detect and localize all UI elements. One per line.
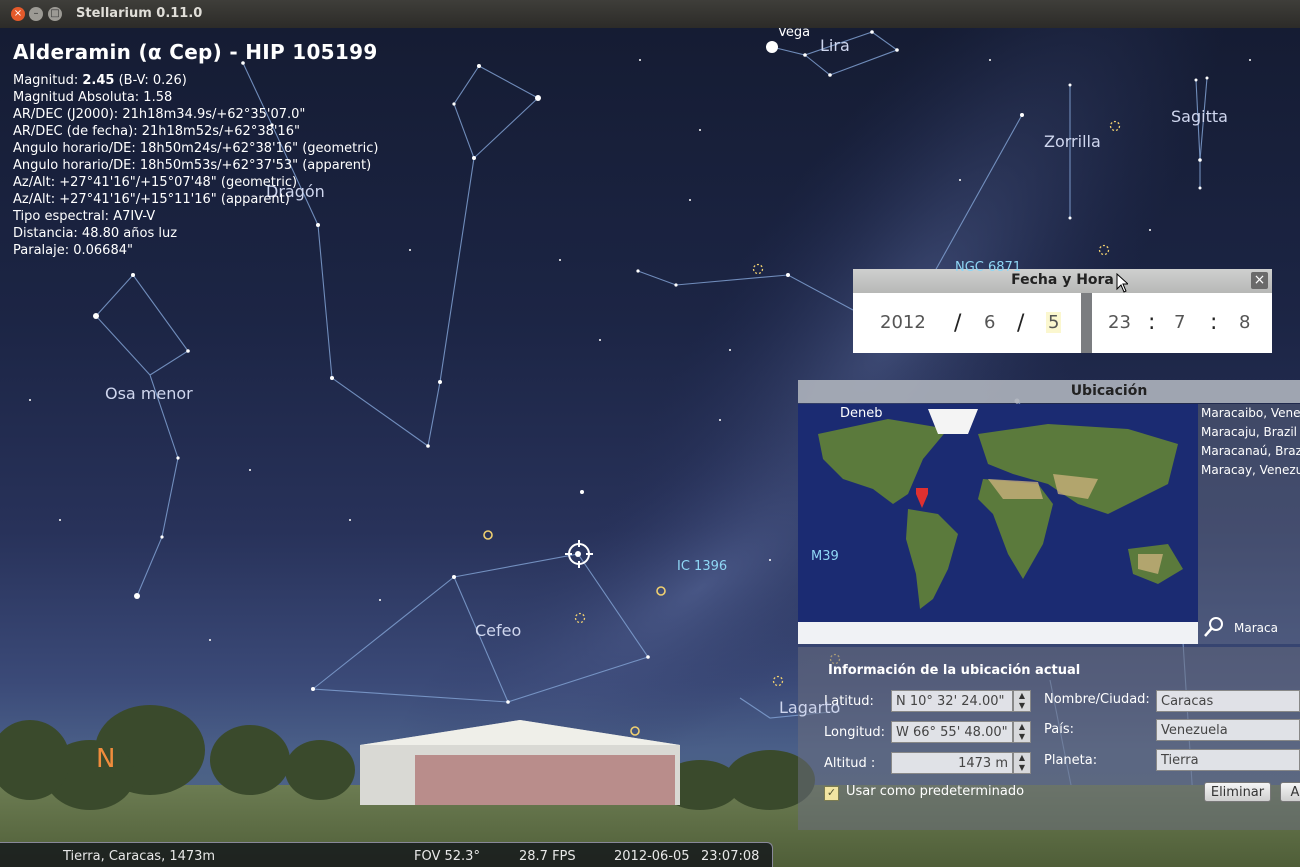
label-ic1396: IC 1396 <box>677 559 728 574</box>
status-time: 23:07:08 <box>701 849 760 864</box>
label-sagitta: Sagitta <box>1171 107 1228 126</box>
city-list[interactable]: Maracaibo, Vene Maracaju, Brazil Maracan… <box>1198 404 1300 644</box>
stellarium-window: × – □ Stellarium 0.11.0 Vega Lira Sagitt… <box>0 0 1300 867</box>
city-list-item[interactable]: Maracanaú, Braz <box>1201 444 1300 458</box>
location-dialog-header[interactable]: Ubicación <box>798 380 1300 403</box>
add-location-button[interactable]: A <box>1280 782 1300 802</box>
time-editor: 23 : 7 : 8 <box>1092 293 1272 353</box>
window-title: Stellarium 0.11.0 <box>76 6 203 21</box>
status-date: 2012-06-05 <box>614 849 690 864</box>
default-location-label: Usar como predeterminado <box>846 784 1025 799</box>
window-titlebar: × – □ Stellarium 0.11.0 <box>0 0 1300 28</box>
current-location-info: Información de la ubicación actual Latit… <box>798 647 1300 830</box>
info-magnitude: Magnitud: 2.45 (B-V: 0.26) <box>13 73 187 88</box>
altitude-field[interactable]: 1473 m <box>891 752 1013 774</box>
info-line: Magnitud Absoluta: 1.58 <box>13 90 173 105</box>
country-select[interactable]: Venezuela <box>1156 719 1300 741</box>
info-line: Paralaje: 0.06684" <box>13 243 133 258</box>
object-title: Alderamin (α Cep) - HIP 105199 <box>13 40 378 64</box>
star-vega <box>766 41 778 53</box>
city-name-label: Nombre/Ciudad: <box>1044 692 1150 707</box>
status-bar: Tierra, Caracas, 1473m FOV 52.3° 28.7 FP… <box>0 842 773 867</box>
planet-label: Planeta: <box>1044 753 1098 768</box>
datetime-dialog-title: Fecha y Hora <box>1011 272 1114 288</box>
latitude-field[interactable]: N 10° 32' 24.00" <box>891 690 1013 712</box>
time-separator: : <box>1210 310 1218 335</box>
info-line: Distancia: 48.80 años luz <box>13 226 178 241</box>
year-spinner[interactable]: 2012 <box>880 312 926 333</box>
label-osa-menor: Osa menor <box>105 384 193 403</box>
label-lira: Lira <box>820 36 850 55</box>
date-separator: / <box>1017 311 1025 336</box>
longitude-field[interactable]: W 66° 55' 48.00" <box>891 721 1013 743</box>
info-line: Az/Alt: +27°41'16"/+15°11'16" (apparent) <box>13 192 290 207</box>
country-label: País: <box>1044 722 1074 737</box>
status-fov: FOV 52.3° <box>414 849 480 864</box>
datetime-close-button[interactable]: × <box>1251 272 1268 289</box>
mouse-cursor-icon <box>1116 273 1128 293</box>
info-line: Tipo espectral: A7IV-V <box>13 209 156 224</box>
info-line: Angulo horario/DE: 18h50m24s/+62°38'16" … <box>13 141 379 156</box>
date-separator: / <box>954 311 962 336</box>
label-m39: M39 <box>811 549 839 564</box>
altitude-label: Altitud : <box>824 756 876 771</box>
second-spinner[interactable]: 8 <box>1239 312 1250 333</box>
latitude-stepper[interactable]: ▲ ▼ <box>1013 690 1031 712</box>
label-lagarto: Lagarto <box>779 698 841 717</box>
search-icon[interactable] <box>1203 616 1225 638</box>
planet-select[interactable]: Tierra <box>1156 749 1300 771</box>
minute-spinner[interactable]: 7 <box>1174 312 1185 333</box>
status-location: Tierra, Caracas, 1473m <box>63 849 216 864</box>
time-separator: : <box>1148 310 1156 335</box>
window-minimize-button[interactable]: – <box>29 7 43 21</box>
info-line: AR/DEC (de fecha): 21h18m52s/+62°38'16" <box>13 124 300 139</box>
label-cefeo: Cefeo <box>475 621 522 640</box>
hour-spinner[interactable]: 23 <box>1108 312 1131 333</box>
city-list-item[interactable]: Maracaibo, Vene <box>1201 406 1300 420</box>
object-info-panel: Alderamin (α Cep) - HIP 105199 Magnitud:… <box>13 40 378 259</box>
label-ngc6871: NGC 6871 <box>955 260 1022 275</box>
datetime-dialog-header[interactable]: Fecha y Hora × <box>853 269 1272 293</box>
window-maximize-button[interactable]: □ <box>48 7 62 21</box>
city-search-input[interactable]: Maraca <box>1234 621 1278 635</box>
date-editor: 2012 / 6 / 5 <box>853 293 1081 353</box>
datetime-divider <box>1081 293 1092 353</box>
info-line: Az/Alt: +27°41'16"/+15°07'48" (geometric… <box>13 175 298 190</box>
datetime-dialog: Fecha y Hora × 2012 / 6 / 5 23 : 7 : 8 <box>853 269 1272 353</box>
status-fps: 28.7 FPS <box>519 849 576 864</box>
city-list-item[interactable]: Maracay, Venezu <box>1201 463 1300 477</box>
info-line: AR/DEC (J2000): 21h18m34.9s/+62°35'07.0" <box>13 107 306 122</box>
window-close-button[interactable]: × <box>11 7 25 21</box>
world-map[interactable] <box>798 404 1198 644</box>
magnitude-value: 2.45 <box>82 73 115 88</box>
location-info-title: Información de la ubicación actual <box>828 663 1081 678</box>
location-dialog: Ubicación Maracaibo, Vene Maracaju, Braz… <box>798 380 1300 830</box>
city-list-item[interactable]: Maracaju, Brazil <box>1201 425 1297 439</box>
location-dialog-title: Ubicación <box>1070 383 1148 399</box>
label-deneb: Deneb <box>840 406 883 421</box>
longitude-stepper[interactable]: ▲ ▼ <box>1013 721 1031 743</box>
altitude-stepper[interactable]: ▲ ▼ <box>1013 752 1031 774</box>
world-map-image <box>798 404 1198 644</box>
longitude-label: Longitud: <box>824 725 886 740</box>
month-spinner[interactable]: 6 <box>984 312 995 333</box>
city-name-field[interactable]: Caracas <box>1156 690 1300 712</box>
label-zorrilla: Zorrilla <box>1044 132 1101 151</box>
delete-location-button[interactable]: Eliminar <box>1204 782 1271 802</box>
default-location-checkbox[interactable]: ✓ <box>824 786 839 801</box>
info-line: Angulo horario/DE: 18h50m53s/+62°37'53" … <box>13 158 372 173</box>
osa-menor-lines <box>95 274 189 597</box>
day-spinner[interactable]: 5 <box>1046 312 1062 333</box>
cardinal-north: N <box>96 744 116 774</box>
